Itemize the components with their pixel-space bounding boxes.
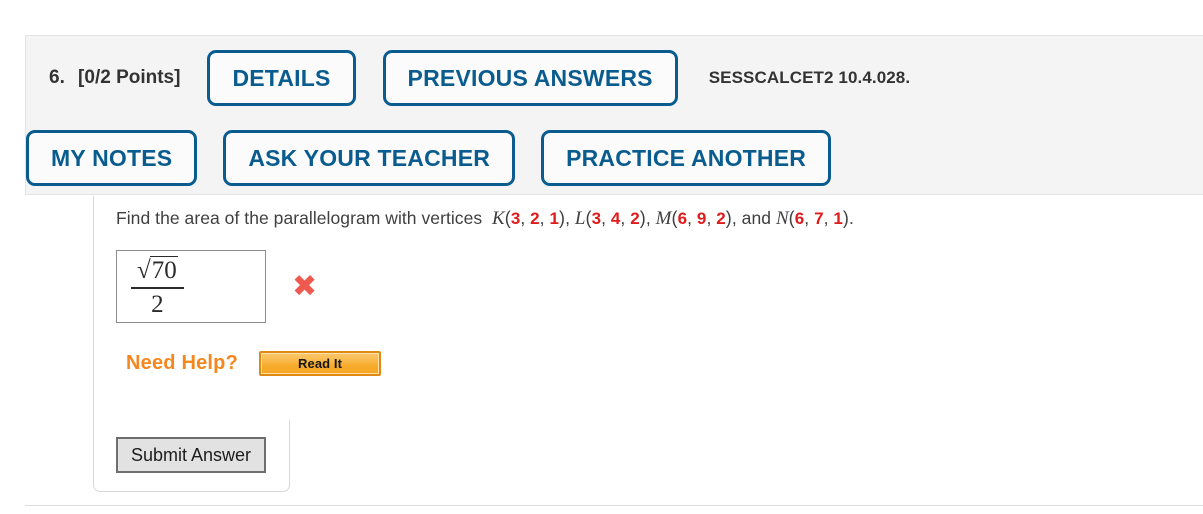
vertex-l-x: 3	[591, 209, 602, 228]
radicand-value: 70	[149, 256, 178, 284]
fraction-denominator: 2	[151, 291, 164, 318]
vertex-n-y: 7	[814, 209, 824, 228]
points-badge: [0/2 Points]	[78, 67, 181, 88]
need-help-row: Need Help? Read It	[126, 351, 382, 376]
submit-panel: Submit Answer	[93, 420, 290, 492]
textbook-reference-code: SESSCALCET2 10.4.028.	[708, 68, 911, 87]
prompt-text: Find the area of the parallelogram with …	[116, 208, 483, 228]
practice-another-button[interactable]: PRACTICE ANOTHER	[541, 130, 832, 186]
vertex-m-y: 9	[696, 209, 707, 228]
prompt-terminator: .	[848, 208, 854, 228]
section-divider	[25, 505, 1203, 506]
vertex-k: K(3, 2, 1)	[492, 208, 566, 229]
question-body: Find the area of the parallelogram with …	[93, 196, 1203, 420]
details-button[interactable]: DETAILS	[207, 50, 356, 106]
vertex-l-y: 4	[610, 209, 621, 228]
need-help-label: Need Help?	[126, 352, 239, 374]
previous-answers-button[interactable]: PREVIOUS ANSWERS	[382, 50, 678, 106]
vertex-k-label: K	[492, 208, 505, 229]
vertex-n-z: 1	[833, 209, 843, 228]
fraction-bar	[131, 287, 184, 289]
vertex-k-x: 3	[510, 209, 521, 228]
radical-icon: √	[137, 257, 151, 284]
question-prompt: Find the area of the parallelogram with …	[116, 208, 854, 229]
header-row-primary: 6. [0/2 Points] DETAILS PREVIOUS ANSWERS…	[26, 36, 910, 120]
vertex-m-z: 2	[716, 209, 726, 228]
vertex-n-label: N	[775, 208, 789, 229]
answer-input[interactable]: √70 2	[116, 250, 266, 323]
vertex-l-label: L	[574, 208, 586, 229]
vertex-m: M(6, 9, 2)	[655, 208, 732, 229]
answer-row: √70 2 ✖	[116, 250, 317, 323]
fraction-numerator: √70	[131, 256, 184, 285]
vertex-k-y: 2	[530, 209, 540, 228]
incorrect-mark-icon: ✖	[292, 268, 318, 304]
ask-your-teacher-button[interactable]: ASK YOUR TEACHER	[223, 130, 516, 186]
question-number: 6.	[49, 67, 66, 88]
my-notes-button[interactable]: MY NOTES	[26, 130, 198, 186]
vertex-k-z: 1	[549, 209, 560, 228]
vertex-m-x: 6	[677, 209, 688, 228]
question-page: 6. [0/2 Points] DETAILS PREVIOUS ANSWERS…	[0, 0, 1203, 514]
vertex-n: N(6, 7, 1)	[775, 208, 849, 229]
prompt-connector: and	[741, 208, 772, 228]
read-it-button[interactable]: Read It	[259, 351, 382, 376]
vertex-n-x: 6	[794, 209, 805, 228]
vertex-m-label: M	[655, 208, 672, 229]
submit-answer-button[interactable]: Submit Answer	[116, 437, 267, 473]
header-row-secondary: MY NOTES ASK YOUR TEACHER PRACTICE ANOTH…	[0, 120, 832, 196]
question-header: 6. [0/2 Points] DETAILS PREVIOUS ANSWERS…	[25, 35, 1203, 195]
vertex-l-z: 2	[630, 209, 640, 228]
vertex-l: L(3, 4, 2)	[574, 208, 646, 229]
answer-fraction: √70 2	[131, 256, 184, 320]
